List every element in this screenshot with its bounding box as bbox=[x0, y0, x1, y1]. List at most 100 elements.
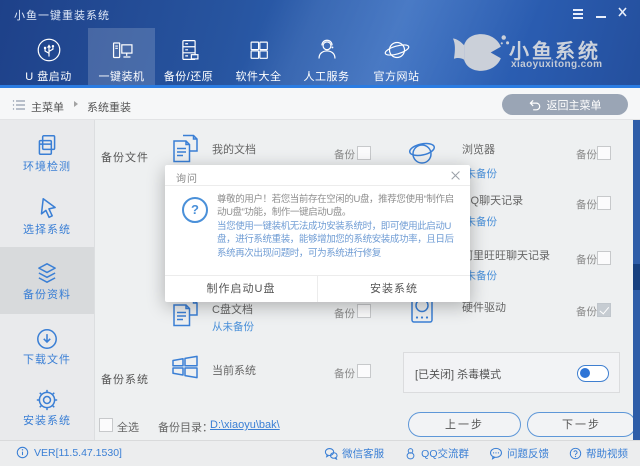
backup-checkbox-qq-history[interactable] bbox=[597, 196, 611, 210]
section-backup-system: 备份系统 bbox=[101, 371, 149, 387]
wechat-support-link[interactable]: 微信客服 bbox=[324, 446, 384, 461]
select-all-checkbox[interactable] bbox=[99, 418, 113, 432]
sidebar-item-backup-data[interactable]: 备份资料 bbox=[0, 286, 94, 302]
next-step-button[interactable]: 下一步 bbox=[527, 412, 636, 437]
computer-icon bbox=[105, 34, 139, 66]
backup-checkbox-hardware-drivers[interactable] bbox=[597, 303, 611, 317]
help-video-link[interactable]: 帮助视频 bbox=[569, 446, 628, 461]
window-title: 小鱼一键重装系统 bbox=[14, 7, 110, 23]
planet-icon bbox=[380, 34, 414, 66]
backup-checkbox-browser[interactable] bbox=[597, 146, 611, 160]
download-icon bbox=[34, 326, 60, 352]
backup-label: 备份 bbox=[334, 366, 355, 381]
backup-checkbox-wangwang-history[interactable] bbox=[597, 251, 611, 265]
list-icon[interactable] bbox=[12, 99, 26, 111]
footer-link-label: 微信客服 bbox=[342, 446, 384, 461]
footer-link-label: 帮助视频 bbox=[586, 446, 628, 461]
row-name: 阿里旺旺聊天记录 bbox=[462, 247, 550, 263]
backup-label: 备份 bbox=[334, 306, 355, 321]
menu-icon[interactable] bbox=[570, 5, 586, 19]
backup-checkbox-my-documents[interactable] bbox=[357, 146, 371, 160]
dialog-header: 询问 bbox=[165, 165, 470, 186]
prev-step-button[interactable]: 上一步 bbox=[408, 412, 521, 437]
wechat-icon bbox=[324, 447, 338, 460]
layers-icon bbox=[34, 260, 60, 286]
sidebar-item-choose-system[interactable]: 选择系统 bbox=[0, 221, 94, 237]
row-name: 浏览器 bbox=[462, 141, 495, 157]
sidebar-item-install-system[interactable]: 安装系统 bbox=[0, 412, 94, 428]
dialog-message-line2: 当您使用一键装机无法成功安装系统时，即可使用此启动U盘，进行系统重装，能够增加您… bbox=[217, 220, 460, 260]
antivirus-mode-label: [已关闭] 杀毒模式 bbox=[415, 366, 501, 382]
support-icon bbox=[310, 34, 344, 66]
row-name: QQ聊天记录 bbox=[462, 192, 523, 208]
antivirus-mode-box: [已关闭] 杀毒模式 bbox=[403, 352, 620, 393]
dialog-buttons: 制作启动U盘 安装系统 bbox=[165, 275, 470, 302]
back-button-label: 返回主菜单 bbox=[547, 97, 602, 113]
scrollbar-thumb[interactable] bbox=[633, 264, 640, 290]
nav-label: 一键装机 bbox=[88, 68, 155, 84]
backup-checkbox-current-system[interactable] bbox=[357, 364, 371, 378]
row-status: 从未备份 bbox=[212, 319, 254, 334]
version-info: VER[11.5.47.1530] bbox=[16, 446, 122, 459]
nav-item-usb-boot[interactable]: U 盘启动 bbox=[15, 28, 82, 85]
back-to-main-menu-button[interactable]: 返回主菜单 bbox=[502, 94, 628, 115]
backup-dir-label: 备份目录： bbox=[158, 419, 213, 435]
nav-item-backup-restore[interactable]: 备份/还原 bbox=[155, 28, 222, 85]
dialog-message-line1: 尊敬的用户！若您当前存在空闲的U盘，推荐您使用“制作启动U盘”功能，制作一键启动… bbox=[217, 193, 460, 220]
sidebar-item-env-check[interactable]: 环境检测 bbox=[0, 158, 94, 174]
logo-subtitle: xiaoyuxitong.com bbox=[511, 59, 602, 70]
close-icon[interactable] bbox=[615, 5, 631, 19]
nav-item-software[interactable]: 软件大全 bbox=[225, 28, 292, 85]
backup-dir-link[interactable]: D:\xiaoyu\bak\ bbox=[210, 419, 280, 431]
breadcrumb-arrow-icon bbox=[74, 101, 78, 107]
select-all-label: 全选 bbox=[117, 419, 139, 435]
browser-icon bbox=[404, 133, 440, 169]
grid-icon bbox=[242, 34, 276, 66]
help-icon bbox=[569, 447, 582, 460]
footer-links: 微信客服 QQ交流群 问题反馈 bbox=[324, 446, 628, 461]
footer-link-label: 问题反馈 bbox=[507, 446, 549, 461]
dialog-title: 询问 bbox=[176, 170, 198, 185]
breadcrumb-root[interactable]: 主菜单 bbox=[31, 99, 64, 115]
feedback-link[interactable]: 问题反馈 bbox=[489, 446, 549, 461]
make-boot-usb-button[interactable]: 制作启动U盘 bbox=[165, 276, 318, 302]
version-text: VER[11.5.47.1530] bbox=[34, 447, 122, 459]
header: 小鱼一键重装系统 U 盘启动 bbox=[0, 0, 640, 88]
nav-item-one-key-install[interactable]: 一键装机 bbox=[88, 28, 155, 85]
install-system-button[interactable]: 安装系统 bbox=[318, 276, 470, 302]
backup-label: 备份 bbox=[576, 304, 597, 319]
sidebar-item-download-files[interactable]: 下载文件 bbox=[0, 351, 94, 367]
section-backup-files: 备份文件 bbox=[101, 149, 149, 165]
fish-icon bbox=[452, 29, 510, 76]
nav-label: 官方网站 bbox=[363, 68, 430, 84]
feedback-icon bbox=[489, 447, 503, 460]
nav-item-support[interactable]: 人工服务 bbox=[293, 28, 360, 85]
server-icon bbox=[172, 34, 206, 66]
undo-icon bbox=[529, 99, 541, 111]
qq-group-link[interactable]: QQ交流群 bbox=[404, 446, 469, 461]
row-name: 当前系统 bbox=[212, 362, 256, 378]
minimize-icon[interactable] bbox=[593, 5, 609, 19]
question-icon: ? bbox=[182, 197, 208, 223]
footer-link-label: QQ交流群 bbox=[421, 446, 469, 461]
document-icon bbox=[166, 131, 202, 167]
backup-label: 备份 bbox=[576, 147, 597, 162]
nav-label: 软件大全 bbox=[225, 68, 292, 84]
backup-label: 备份 bbox=[576, 252, 597, 267]
qq-icon bbox=[404, 447, 417, 460]
backup-checkbox-c-drive-docs[interactable] bbox=[357, 304, 371, 318]
toggle-knob bbox=[580, 368, 590, 378]
windows-stack-icon bbox=[34, 132, 60, 158]
info-icon bbox=[16, 446, 29, 459]
question-dialog: 询问 ? 尊敬的用户！若您当前存在空闲的U盘，推荐您使用“制作启动U盘”功能，制… bbox=[165, 165, 470, 302]
dialog-close-icon[interactable] bbox=[450, 170, 461, 181]
antivirus-toggle[interactable] bbox=[577, 365, 609, 382]
footer: VER[11.5.47.1530] 微信客服 QQ交流群 bbox=[0, 440, 640, 466]
nav-label: 备份/还原 bbox=[155, 68, 222, 84]
nav-item-website[interactable]: 官方网站 bbox=[363, 28, 430, 85]
nav-label: 人工服务 bbox=[293, 68, 360, 84]
nav-label: U 盘启动 bbox=[15, 68, 82, 84]
backup-label: 备份 bbox=[576, 197, 597, 212]
row-name: C盘文档 bbox=[212, 301, 253, 317]
cursor-icon bbox=[34, 195, 60, 221]
